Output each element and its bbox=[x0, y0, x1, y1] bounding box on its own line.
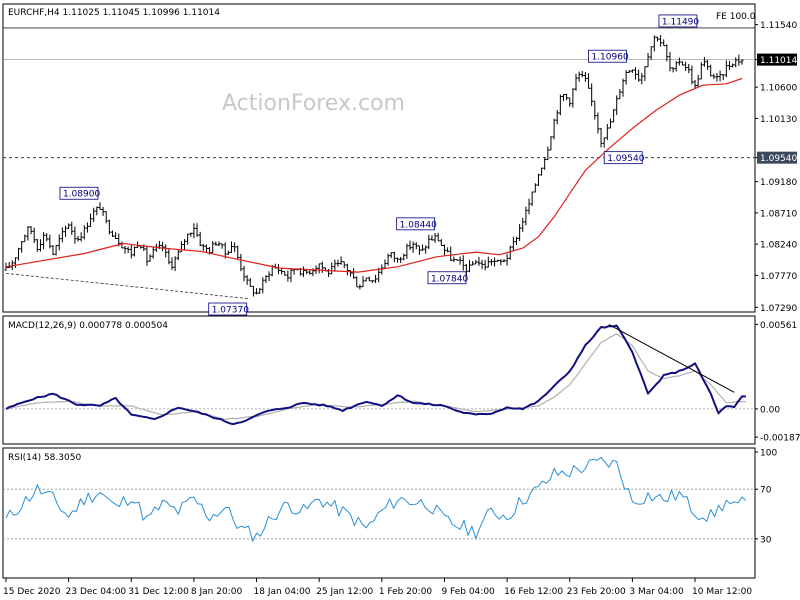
x-tick-label: 1 Feb 20:00 bbox=[379, 587, 433, 597]
price-tick-label: 1.08710 bbox=[760, 209, 797, 219]
x-tick-label: 25 Jan 12:00 bbox=[316, 587, 373, 597]
price-annotation-label: 1.08900 bbox=[63, 190, 100, 200]
x-tick-label: 8 Jan 20:00 bbox=[191, 587, 243, 597]
price-tick-label: 1.07290 bbox=[760, 304, 797, 314]
price-tick-label: 1.10600 bbox=[760, 84, 797, 94]
x-tick-label: 23 Dec 04:00 bbox=[66, 587, 127, 597]
x-tick-label: 23 Feb 20:00 bbox=[567, 587, 626, 597]
macd-title: MACD(12,26,9) 0.000778 0.000504 bbox=[8, 321, 168, 331]
macd-signal-line bbox=[5, 333, 746, 420]
current-price-label: 1.11014 bbox=[760, 56, 797, 66]
price-annotation-label: 1.07370 bbox=[212, 306, 249, 316]
macd-tick-label: 0.00 bbox=[760, 405, 780, 415]
x-tick-label: 15 Dec 2020 bbox=[3, 587, 61, 597]
x-tick-label: 9 Feb 04:00 bbox=[441, 587, 495, 597]
macd-tick-label: -0.001876 bbox=[760, 434, 800, 444]
price-annotation-label: 1.09540 bbox=[607, 154, 644, 164]
eurchf-chart: EURCHF,H4 1.11025 1.11045 1.10996 1.1101… bbox=[2, 3, 800, 597]
level-price-label: 1.09540 bbox=[760, 154, 797, 164]
x-tick-label: 18 Jan 04:00 bbox=[254, 587, 311, 597]
chart-window: EURCHF,H4 1.11025 1.11045 1.10996 1.1101… bbox=[0, 0, 800, 600]
rsi-title: RSI(14) 58.3050 bbox=[8, 453, 81, 463]
x-tick-label: 10 Mar 12:00 bbox=[692, 587, 752, 597]
price-tick-label: 1.07770 bbox=[760, 272, 797, 282]
price-layer: 1.11540 1.11014 1.10600 1.10130 1.09540 1.091… bbox=[3, 14, 797, 316]
rsi-layer: 100 70 30 bbox=[3, 449, 777, 545]
rsi-tick-label: 30 bbox=[760, 535, 772, 545]
x-tick-label: 3 Mar 04:00 bbox=[629, 587, 684, 597]
rsi-tick-label: 70 bbox=[760, 486, 772, 496]
macd-line bbox=[5, 324, 746, 426]
price-tick-label: 1.10130 bbox=[760, 115, 797, 125]
price-annotation-label: 1.11490 bbox=[662, 17, 699, 27]
support-trendline bbox=[5, 273, 249, 300]
x-tick-label: 31 Dec 12:00 bbox=[128, 587, 189, 597]
price-tick-label: 1.08240 bbox=[760, 241, 797, 251]
rsi-tick-label: 100 bbox=[760, 449, 777, 459]
rsi-line bbox=[5, 456, 747, 542]
x-axis: 15 Dec 2020 23 Dec 04:00 31 Dec 12:00 8 Jan… bbox=[3, 578, 752, 597]
price-annotation-label: 1.08440 bbox=[400, 220, 437, 230]
fe-label: FE 100.0 bbox=[716, 12, 756, 22]
price-header: EURCHF,H4 1.11025 1.11045 1.10996 1.1101… bbox=[8, 8, 220, 18]
watermark: ActionForex.com bbox=[222, 91, 405, 116]
price-annotation-label: 1.07840 bbox=[431, 274, 468, 284]
macd-tick-label: 0.00561 bbox=[760, 321, 797, 331]
x-tick-label: 16 Feb 12:00 bbox=[504, 587, 563, 597]
rsi-panel-frame bbox=[2, 447, 756, 579]
macd-trendline bbox=[608, 324, 735, 393]
macd-layer: 0.00561 0.00 -0.001876 bbox=[3, 321, 800, 444]
price-tick-label: 1.09180 bbox=[760, 178, 797, 188]
price-annotation-label: 1.10960 bbox=[591, 53, 628, 63]
price-tick-label: 1.11540 bbox=[760, 21, 797, 31]
